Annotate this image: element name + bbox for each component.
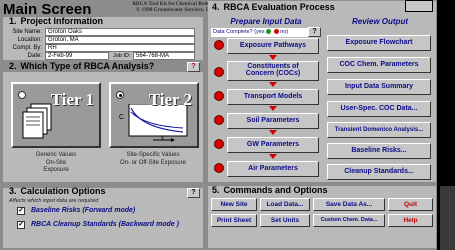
calc-options-panel: 3. Calculation Options ? Affects which in…: [3, 186, 203, 248]
location-row: Location: Groton, MA: [3, 36, 203, 44]
gw-parameters-button[interactable]: GW Parameters: [227, 137, 319, 153]
review-output-heading: Review Output: [351, 17, 408, 26]
flow-arrow-icon: [269, 154, 277, 159]
prepare-input-heading: Prepare Input Data: [230, 17, 302, 26]
cleanup-checkbox[interactable]: ✓: [17, 221, 25, 229]
soil-parameters-button[interactable]: Soil Parameters: [227, 113, 319, 129]
flow-arrow-icon: [269, 106, 277, 111]
flow-arrow-icon: [269, 55, 277, 60]
job-id-label: Job ID:: [113, 53, 131, 59]
tier1-button[interactable]: Tier 1: [11, 82, 101, 148]
site-name-row: Site Name: Groton Oaks: [3, 28, 203, 36]
exposure-status-dot: [214, 40, 224, 50]
custom-chem-data-button[interactable]: Custom Chem. Data...: [313, 214, 385, 227]
tier1-caption: Generic Values On-Site Exposure: [35, 152, 77, 173]
user-spec-coc-button[interactable]: User-Spec. COC Data...: [327, 101, 431, 117]
graph-c-label: C: [119, 114, 125, 121]
date-row: Date: 2-Feb-99 Job ID: 564-768-MA: [3, 52, 203, 60]
exposure-flowchart-button[interactable]: Exposure Flowchart: [327, 35, 431, 51]
tier1-radio[interactable]: [18, 91, 26, 99]
save-data-as-button[interactable]: Save Data As...: [313, 198, 385, 211]
tier2-caption: Site-Specific Values On- or Off-Site Exp…: [120, 152, 186, 166]
baseline-checkbox[interactable]: ✓: [17, 207, 25, 215]
commands-heading: 5. Commands and Options: [212, 185, 328, 195]
graph-x-label: x: [161, 136, 164, 142]
flow-arrow-icon: [269, 130, 277, 135]
baseline-label: Baseline Risks (Forward mode): [31, 207, 136, 214]
rbca-type-help-button[interactable]: ?: [187, 62, 200, 72]
cleanup-standards-button[interactable]: Cleanup Standards...: [327, 164, 431, 180]
eval-process-panel: 4. RBCA Evaluation Process Prepare Input …: [208, 1, 436, 182]
job-id-field[interactable]: 564-768-MA: [133, 52, 195, 60]
calc-help-button[interactable]: ?: [187, 188, 200, 198]
tier2-button[interactable]: C x Tier 2: [109, 82, 199, 148]
compl-by-field[interactable]: RH: [45, 44, 195, 52]
air-status-dot: [214, 163, 224, 173]
baseline-risks-button[interactable]: Baseline Risks...: [327, 143, 431, 159]
transport-status-dot: [214, 91, 224, 101]
eval-heading: 4. RBCA Evaluation Process: [212, 2, 335, 12]
data-complete-legend: Data Complete? (yes no): [211, 28, 309, 37]
set-units-button[interactable]: Set Units: [260, 214, 310, 227]
soil-status-dot: [214, 115, 224, 125]
compl-by-row: Compl. By: RH: [3, 44, 203, 52]
flow-arrow-icon: [269, 82, 277, 87]
new-site-button[interactable]: New Site: [211, 198, 257, 211]
tier-panel: Tier 1 Generic Values On-Site Exposure C…: [3, 72, 203, 182]
commands-panel: 5. Commands and Options New Site Load Dat…: [208, 185, 436, 248]
input-data-summary-button[interactable]: Input Data Summary: [327, 79, 431, 95]
load-data-button[interactable]: Load Data...: [260, 198, 310, 211]
coc-chem-parameters-button[interactable]: COC Chem. Parameters: [327, 57, 431, 73]
gw-status-dot: [214, 139, 224, 149]
site-name-field[interactable]: Groton Oaks: [45, 28, 195, 36]
legend-no-dot: [274, 29, 280, 35]
tier2-title: Tier 2: [148, 90, 192, 109]
air-parameters-button[interactable]: Air Parameters: [227, 161, 319, 177]
legend-yes-dot: [265, 29, 271, 35]
location-label: Location:: [17, 37, 42, 43]
constituents-button[interactable]: Constituents of Concern (COCs): [227, 61, 319, 81]
help-button[interactable]: Help: [388, 214, 433, 227]
rbca-type-heading: 2. Which Type of RBCA Analysis?: [9, 61, 155, 71]
transient-domenico-button[interactable]: Transient Domenico Analysis...: [327, 122, 431, 138]
tier2-radio[interactable]: [116, 91, 124, 99]
date-field[interactable]: 2-Feb-99: [45, 52, 109, 60]
project-section-heading: 1. Project Information: [9, 16, 104, 26]
cleanup-label: RBCA Cleanup Standards (Backward mode ): [31, 221, 179, 228]
eval-help-button[interactable]: ?: [308, 27, 321, 37]
site-name-label: Site Name:: [12, 29, 42, 35]
tier1-title: Tier 1: [50, 90, 94, 109]
quit-button[interactable]: Quit: [388, 198, 433, 211]
transport-models-button[interactable]: Transport Models: [227, 89, 319, 105]
top-right-control[interactable]: [405, 0, 433, 12]
exposure-pathways-button[interactable]: Exposure Pathways: [227, 38, 319, 54]
coc-status-dot: [214, 67, 224, 77]
print-sheet-button[interactable]: Print Sheet: [211, 214, 257, 227]
location-field[interactable]: Groton, MA: [45, 36, 195, 44]
scrollbar[interactable]: [440, 186, 455, 250]
date-label: Date:: [27, 53, 42, 59]
project-info-panel: 1. Project Information Site Name: Groton …: [3, 16, 203, 60]
calc-subtitle: Affects which input data are required: [9, 198, 99, 204]
compl-by-label: Compl. By:: [12, 45, 42, 51]
calc-options-heading: 3. Calculation Options: [9, 186, 106, 196]
concentration-graph-icon: [128, 104, 188, 142]
